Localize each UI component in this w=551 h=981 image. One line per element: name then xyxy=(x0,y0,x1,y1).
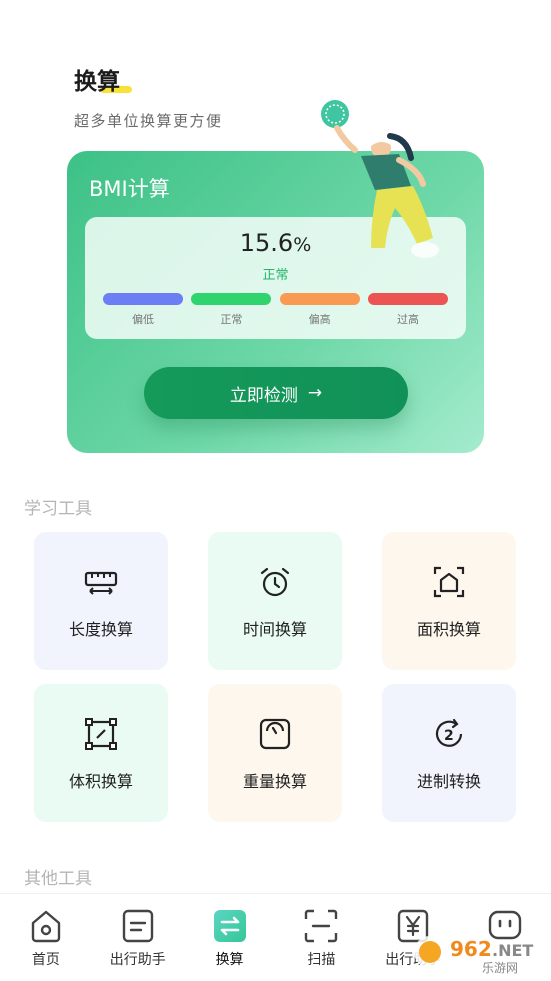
section-title-study-tools: 学习工具 xyxy=(24,499,92,519)
bmi-scale-normal: 正常 xyxy=(191,293,272,327)
bmi-scale-label: 正常 xyxy=(220,313,243,326)
bmi-scale-label: 过高 xyxy=(396,313,419,326)
tool-label: 长度换算 xyxy=(68,620,133,639)
site-watermark-logo: 962 .NET 乐游网 xyxy=(414,936,533,974)
page-header: 换算 超多单位换算更方便 xyxy=(74,62,223,131)
bmi-scale-label: 偏高 xyxy=(308,313,331,326)
tool-volume-conversion[interactable]: 体积换算 xyxy=(34,684,168,822)
svg-text:962: 962 xyxy=(450,937,492,961)
tool-weight-conversion[interactable]: 重量换算 xyxy=(208,684,342,822)
convert-icon xyxy=(213,910,246,942)
tool-label: 进制转换 xyxy=(416,772,481,791)
bmi-scale: 偏低 正常 偏高 过高 xyxy=(103,293,448,327)
tool-label: 时间换算 xyxy=(242,620,307,639)
bmi-scale-label: 偏低 xyxy=(132,313,154,326)
svg-text:2: 2 xyxy=(444,728,454,744)
tool-base-conversion[interactable]: 2 进制转换 xyxy=(382,684,516,822)
tool-area-conversion[interactable]: 面积换算 xyxy=(382,532,516,670)
tool-label: 体积换算 xyxy=(68,772,133,791)
tool-grid: 长度换算 时间换算 面积换算 体积换算 重量换算 2 进制转换 xyxy=(34,532,517,822)
tab-travel-assistant[interactable]: 出行助手 xyxy=(92,894,184,981)
bmi-value-unit: % xyxy=(293,234,312,256)
bmi-scale-bar-high xyxy=(279,293,360,305)
bmi-scale-bar-over xyxy=(367,293,448,305)
volume-box-icon xyxy=(85,718,117,750)
athlete-illustration xyxy=(321,100,439,258)
bmi-value-number: 15.6 xyxy=(239,229,294,257)
svg-text:乐游网: 乐游网 xyxy=(482,961,518,974)
area-house-icon xyxy=(433,566,465,598)
tab-scan[interactable]: 扫描 xyxy=(275,894,367,981)
home-icon xyxy=(31,910,61,943)
tab-convert[interactable]: 换算 xyxy=(184,894,276,981)
tab-label: 出行助手 xyxy=(109,952,166,968)
ruler-icon xyxy=(84,571,118,595)
bmi-scale-over: 过高 xyxy=(367,293,448,327)
tab-home[interactable]: 首页 xyxy=(0,894,92,981)
detect-now-label: 立即检测 xyxy=(229,385,298,406)
svg-text:.NET: .NET xyxy=(492,941,533,960)
tab-label: 首页 xyxy=(31,952,60,968)
bmi-scale-high: 偏高 xyxy=(279,293,360,327)
tab-label: 换算 xyxy=(215,952,244,968)
tool-length-conversion[interactable]: 长度换算 xyxy=(34,532,168,670)
bmi-scale-bar-normal xyxy=(191,293,272,305)
detect-now-button[interactable]: 立即检测 → xyxy=(144,367,408,419)
bmi-card-title: BMI计算 xyxy=(89,177,170,201)
alarm-clock-icon xyxy=(260,567,290,597)
document-icon xyxy=(122,909,153,943)
tool-label: 重量换算 xyxy=(242,772,307,791)
scan-icon xyxy=(305,909,338,943)
tool-time-conversion[interactable]: 时间换算 xyxy=(208,532,342,670)
tool-label: 面积换算 xyxy=(416,620,481,639)
scale-weight-icon xyxy=(259,718,291,750)
base-convert-icon: 2 xyxy=(435,718,463,747)
page-subtitle: 超多单位换算更方便 xyxy=(74,112,223,130)
bmi-scale-bar-low xyxy=(103,293,183,305)
bmi-scale-low: 偏低 xyxy=(103,293,183,327)
page-title: 换算 xyxy=(74,62,132,96)
section-title-other-tools: 其他工具 xyxy=(24,869,92,889)
arrow-right-icon: → xyxy=(307,383,323,403)
tab-label: 扫描 xyxy=(307,952,336,968)
